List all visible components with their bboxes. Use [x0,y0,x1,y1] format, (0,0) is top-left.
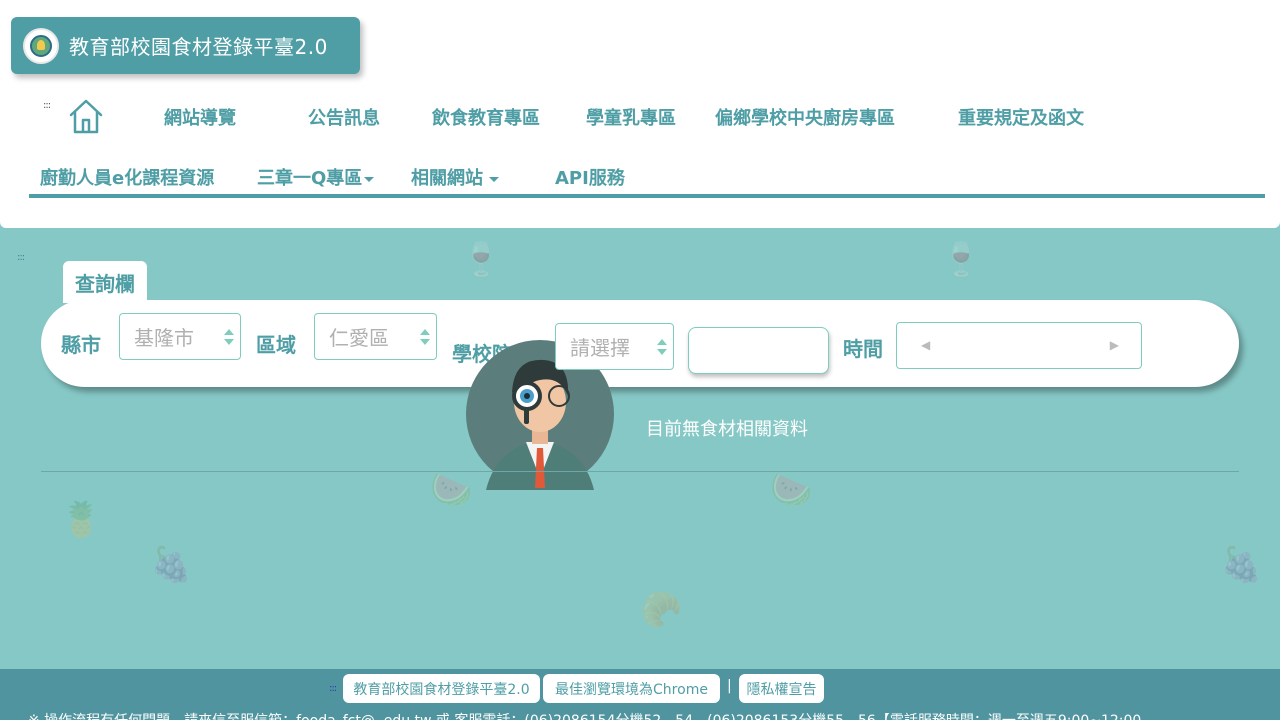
site-title: 教育部校園食材登錄平臺2.0 [69,35,328,59]
nav-site-map[interactable]: 網站導覽 [164,104,236,130]
nav-rural-central-kitchen[interactable]: 偏鄉學校中央廚房專區 [715,104,895,130]
accesskey-marker[interactable]: ::: [43,100,51,111]
caret-down-icon [489,176,499,182]
district-label: 區域 [256,333,296,357]
footer-link-browser[interactable]: 最佳瀏覽環境為Chrome [543,674,720,703]
nav-kitchen-staff-courses[interactable]: 廚勤人員e化課程資源 [40,164,214,190]
site-header: 教育部校園食材登錄平臺2.0 ::: 網站導覽 公告訊息 飲食教育專區 學童乳專… [0,0,1280,228]
query-tab: 查詢欄 [63,261,147,303]
next-date-icon[interactable]: ▶ [1110,338,1119,352]
nav-related-sites[interactable]: 相關網站 [411,164,499,190]
home-icon[interactable] [68,98,104,134]
school-select-value: 請選擇 [570,336,630,360]
caret-down-icon [364,176,375,182]
nav-student-milk[interactable]: 學童乳專區 [586,104,676,130]
school-search-input[interactable] [688,327,829,374]
background-decoration: 🥐 [640,590,683,630]
background-decoration: 🍷 [940,240,983,280]
footer-separator: | [727,678,732,694]
footer-link-privacy[interactable]: 隱私權宣告 [739,674,824,703]
ministry-seal-icon [23,27,59,64]
site-logo[interactable]: 教育部校園食材登錄平臺2.0 [11,17,360,74]
date-selector[interactable]: ◀ ▶ [896,322,1142,369]
select-arrows-icon [224,327,234,347]
nav-divider [29,194,1265,198]
nav-diet-education[interactable]: 飲食教育專區 [432,104,540,130]
nav-announcements[interactable]: 公告訊息 [308,104,380,130]
city-label: 縣市 [61,333,101,357]
background-decoration: 🍷 [460,240,503,280]
select-arrows-icon [420,327,430,347]
city-select-value: 基隆市 [134,326,194,350]
footer-link-platform[interactable]: 教育部校園食材登錄平臺2.0 [343,674,540,703]
nav-label: 三章一Q專區 [257,168,363,189]
district-select-value: 仁愛區 [329,326,389,350]
select-arrows-icon [657,337,667,357]
nav-label: 相關網站 [411,168,483,189]
nav-three-labels-one-q[interactable]: 三章一Q專區 [257,164,375,190]
content-divider [41,471,1239,472]
background-decoration: 🍇 [150,545,193,585]
background-decoration: 🍉 [770,470,813,510]
accesskey-marker[interactable]: ::: [329,683,337,694]
time-label: 時間 [843,337,883,361]
empty-result-message: 目前無食材相關資料 [646,419,808,440]
nav-api-service[interactable]: API服務 [555,164,625,190]
footer-contact-info: ※ 操作流程有任何問題，請來信至服信箱：fooda_fct@..edu.tw 或… [28,710,1268,720]
city-select[interactable]: 基隆市 [119,313,241,360]
background-decoration: 🍇 [1220,545,1263,585]
background-decoration: 🍍 [60,500,103,540]
nav-regulations[interactable]: 重要規定及函文 [958,104,1084,130]
previous-date-icon[interactable]: ◀ [921,338,930,352]
accesskey-marker[interactable]: ::: [17,252,25,263]
district-select[interactable]: 仁愛區 [314,313,437,360]
school-select[interactable]: 請選擇 [555,323,674,370]
